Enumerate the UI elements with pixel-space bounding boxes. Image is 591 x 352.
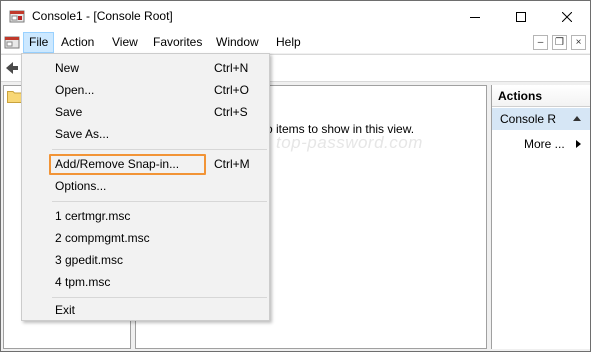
menu-separator — [52, 201, 267, 202]
menu-favorites[interactable]: Favorites — [147, 32, 208, 53]
menu-file[interactable]: File — [23, 32, 55, 53]
menu-item-label: Save — [55, 105, 83, 119]
menu-item-label: Open... — [55, 83, 95, 97]
menu-item-save-as[interactable]: Save As... — [22, 124, 269, 144]
close-icon: × — [575, 37, 582, 48]
close-button[interactable] — [544, 1, 590, 32]
menu-separator — [52, 297, 267, 298]
minimize-icon — [470, 16, 480, 18]
menu-item-shortcut: Ctrl+S — [214, 105, 248, 119]
menu-item-save[interactable]: Save Ctrl+S — [22, 102, 269, 122]
menu-help[interactable]: Help — [270, 32, 307, 53]
more-actions-link[interactable]: More ... — [524, 137, 565, 151]
snap-in-highlight-box — [49, 154, 206, 175]
maximize-icon — [516, 11, 526, 22]
menu-item-shortcut: Ctrl+M — [214, 157, 250, 171]
menu-item-label: 2 compmgmt.msc — [55, 231, 150, 245]
menu-separator — [52, 149, 267, 150]
menu-bar: File Action View Favorites Window Help –… — [1, 32, 590, 53]
mmc-window: Console1 - [Console Root] File Action Vi… — [0, 0, 591, 352]
menu-item-recent-1[interactable]: 1 certmgr.msc — [22, 206, 269, 226]
maximize-button[interactable] — [498, 1, 544, 32]
menu-item-recent-4[interactable]: 4 tpm.msc — [22, 272, 269, 292]
close-icon — [562, 11, 572, 22]
watermark: top-password.com — [276, 133, 423, 152]
actions-section-console-root[interactable]: Console R — [492, 108, 590, 130]
window-title: Console1 - [Console Root] — [32, 9, 173, 23]
menu-item-label: New — [55, 61, 80, 75]
menu-window[interactable]: Window — [210, 32, 265, 53]
mdi-restore-button[interactable]: ❐ — [552, 35, 567, 50]
menu-item-label: 3 gpedit.msc — [55, 253, 124, 267]
menu-item-label: Save As... — [55, 127, 110, 141]
menu-item-label: 4 tpm.msc — [55, 275, 111, 289]
file-menu-dropdown: New Ctrl+N Open... Ctrl+O Save Ctrl+S Sa… — [21, 53, 270, 321]
menu-action[interactable]: Action — [55, 32, 100, 53]
back-arrow-icon[interactable] — [4, 60, 20, 76]
mdi-close-button[interactable]: × — [571, 35, 586, 50]
minimize-button[interactable] — [452, 1, 498, 32]
mdi-minimize-button[interactable]: – — [533, 35, 548, 50]
collapse-arrow-icon[interactable] — [573, 116, 581, 121]
mmc-app-icon — [9, 10, 25, 23]
menu-item-exit[interactable]: Exit — [22, 300, 269, 320]
menu-item-shortcut: Ctrl+O — [214, 83, 250, 97]
actions-header: Actions — [492, 85, 590, 107]
console-root-icon[interactable] — [4, 34, 20, 50]
title-bar[interactable]: Console1 - [Console Root] — [1, 1, 590, 32]
menu-item-open[interactable]: Open... Ctrl+O — [22, 80, 269, 100]
menu-item-label: Exit — [55, 303, 76, 317]
menu-item-new[interactable]: New Ctrl+N — [22, 58, 269, 78]
menu-item-recent-3[interactable]: 3 gpedit.msc — [22, 250, 269, 270]
actions-section-label: Console R — [500, 112, 557, 126]
actions-pane: Actions Console R More ... — [491, 85, 590, 349]
menu-item-label: Options... — [55, 179, 107, 193]
minimize-icon: – — [537, 37, 544, 48]
menu-item-recent-2[interactable]: 2 compmgmt.msc — [22, 228, 269, 248]
menu-item-label: 1 certmgr.msc — [55, 209, 131, 223]
menu-item-shortcut: Ctrl+N — [214, 61, 249, 75]
menu-item-options[interactable]: Options... — [22, 176, 269, 196]
empty-view-message: o items to show in this view. — [266, 122, 415, 136]
restore-icon: ❐ — [555, 37, 564, 48]
menu-view[interactable]: View — [106, 32, 144, 53]
submenu-arrow-icon — [576, 140, 581, 148]
